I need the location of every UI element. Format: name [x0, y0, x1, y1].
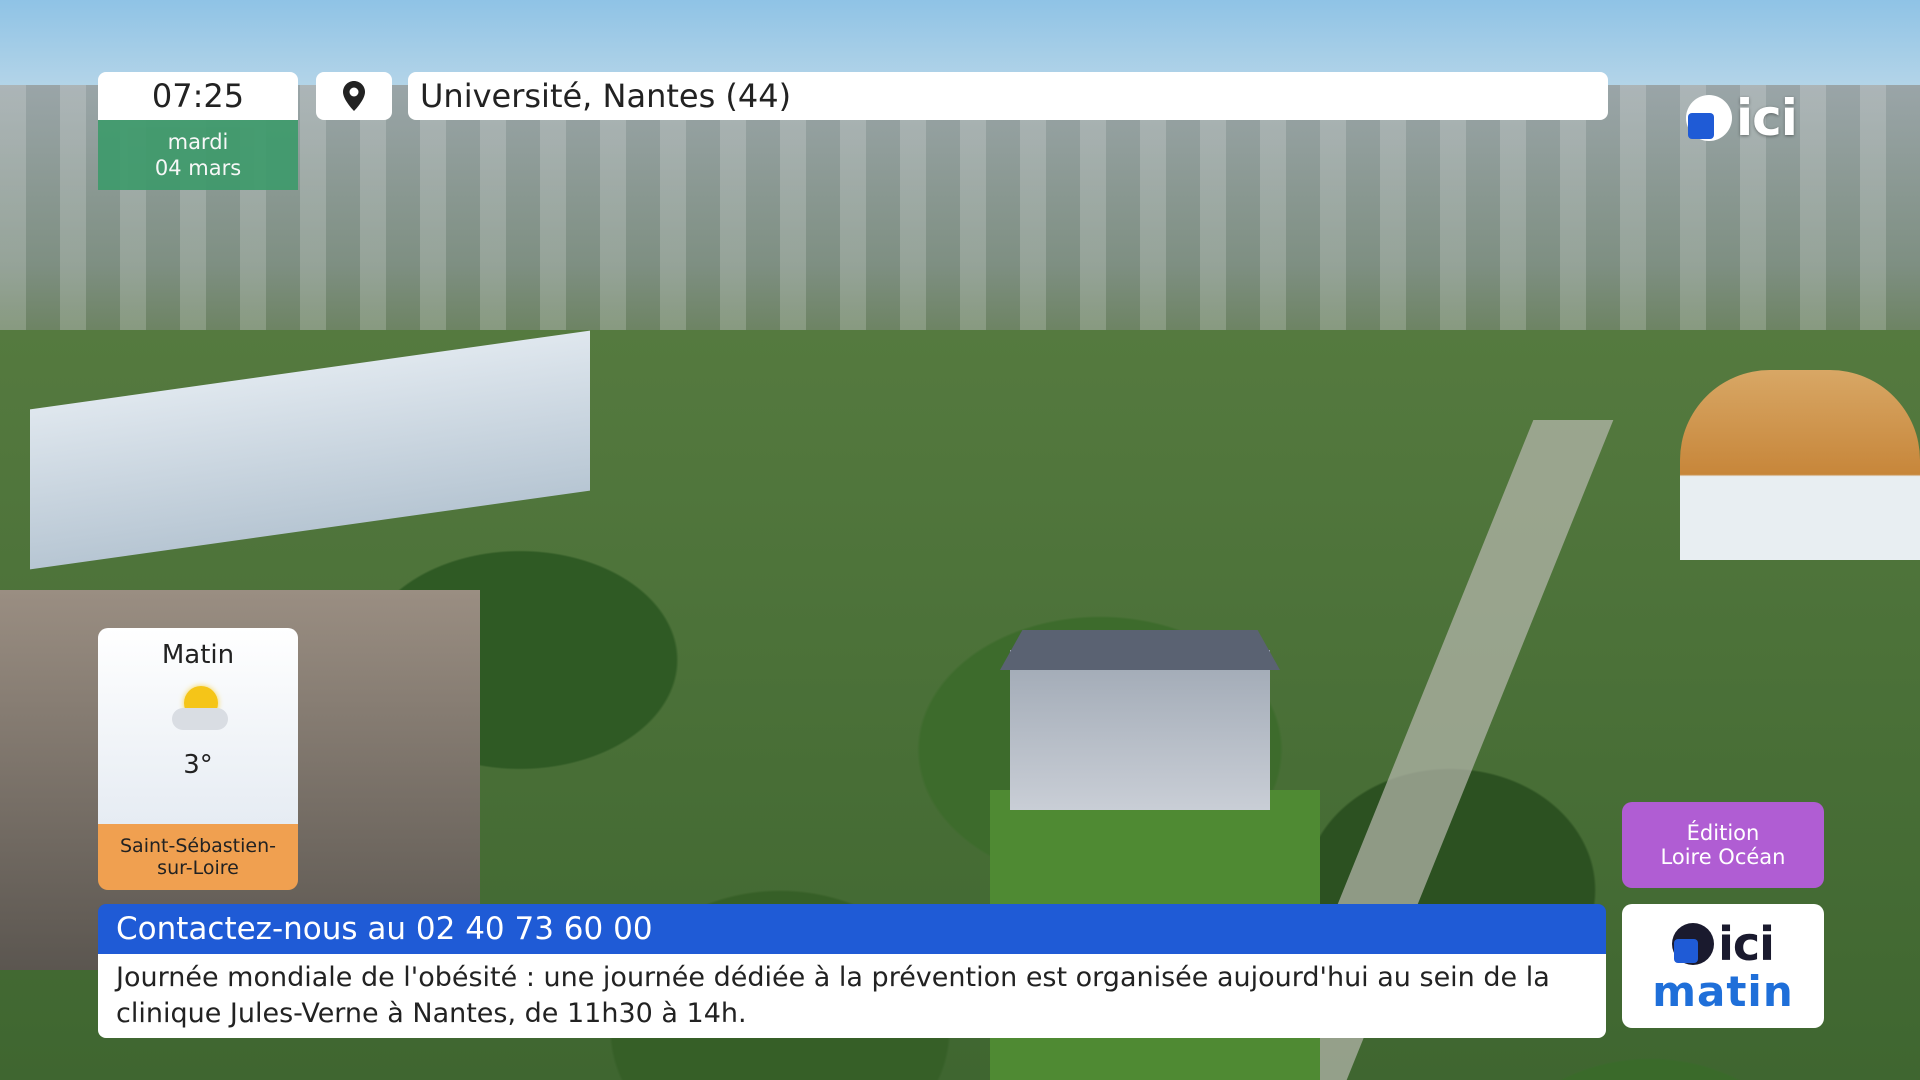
location-text: Université, Nantes (44) — [420, 77, 792, 115]
sun-cloud-icon — [166, 684, 230, 736]
location-banner: Université, Nantes (44) — [408, 72, 1608, 120]
ici-logo-icon — [1686, 95, 1732, 141]
ici-logo-text: ici — [1736, 89, 1798, 147]
news-ticker: Contactez-nous au 02 40 73 60 00 Journée… — [98, 904, 1606, 1038]
chateau — [1010, 650, 1270, 810]
chateau-roof — [1000, 630, 1280, 670]
weather-main: Matin 3° — [98, 628, 298, 824]
location-pin — [316, 72, 392, 120]
edition-line2: Loire Océan — [1660, 845, 1786, 869]
dome-building — [1680, 370, 1920, 560]
edition-badge: Édition Loire Océan — [1622, 802, 1824, 888]
cloud-icon — [172, 708, 228, 730]
weather-city: Saint-Sébastien-sur-Loire — [98, 824, 298, 890]
matin-program-text: matin — [1652, 966, 1794, 1016]
date-day: mardi — [167, 130, 229, 154]
date-date: 04 mars — [154, 156, 242, 180]
map-pin-icon — [343, 81, 365, 111]
ici-brand-text: ici — [1718, 916, 1775, 971]
ticker-text: Journée mondiale de l'obésité : une jour… — [98, 954, 1606, 1038]
ici-matin-logo: ici matin — [1622, 904, 1824, 1028]
ticker-headline: Contactez-nous au 02 40 73 60 00 — [98, 904, 1606, 954]
edition-line1: Édition — [1686, 821, 1760, 845]
weather-period: Matin — [161, 640, 235, 670]
clock-time: 07:25 — [151, 77, 245, 115]
ici-logo-icon — [1672, 922, 1715, 965]
date-panel: mardi 04 mars — [98, 120, 298, 190]
clock: 07:25 — [98, 72, 298, 120]
ici-logo-top: ici — [1686, 89, 1798, 147]
ticker-headline-text: Contactez-nous au 02 40 73 60 00 — [116, 911, 653, 947]
ici-matin-logo-row: ici — [1672, 916, 1775, 971]
weather-card: Matin 3° Saint-Sébastien-sur-Loire — [98, 628, 298, 890]
weather-temperature: 3° — [183, 750, 213, 780]
